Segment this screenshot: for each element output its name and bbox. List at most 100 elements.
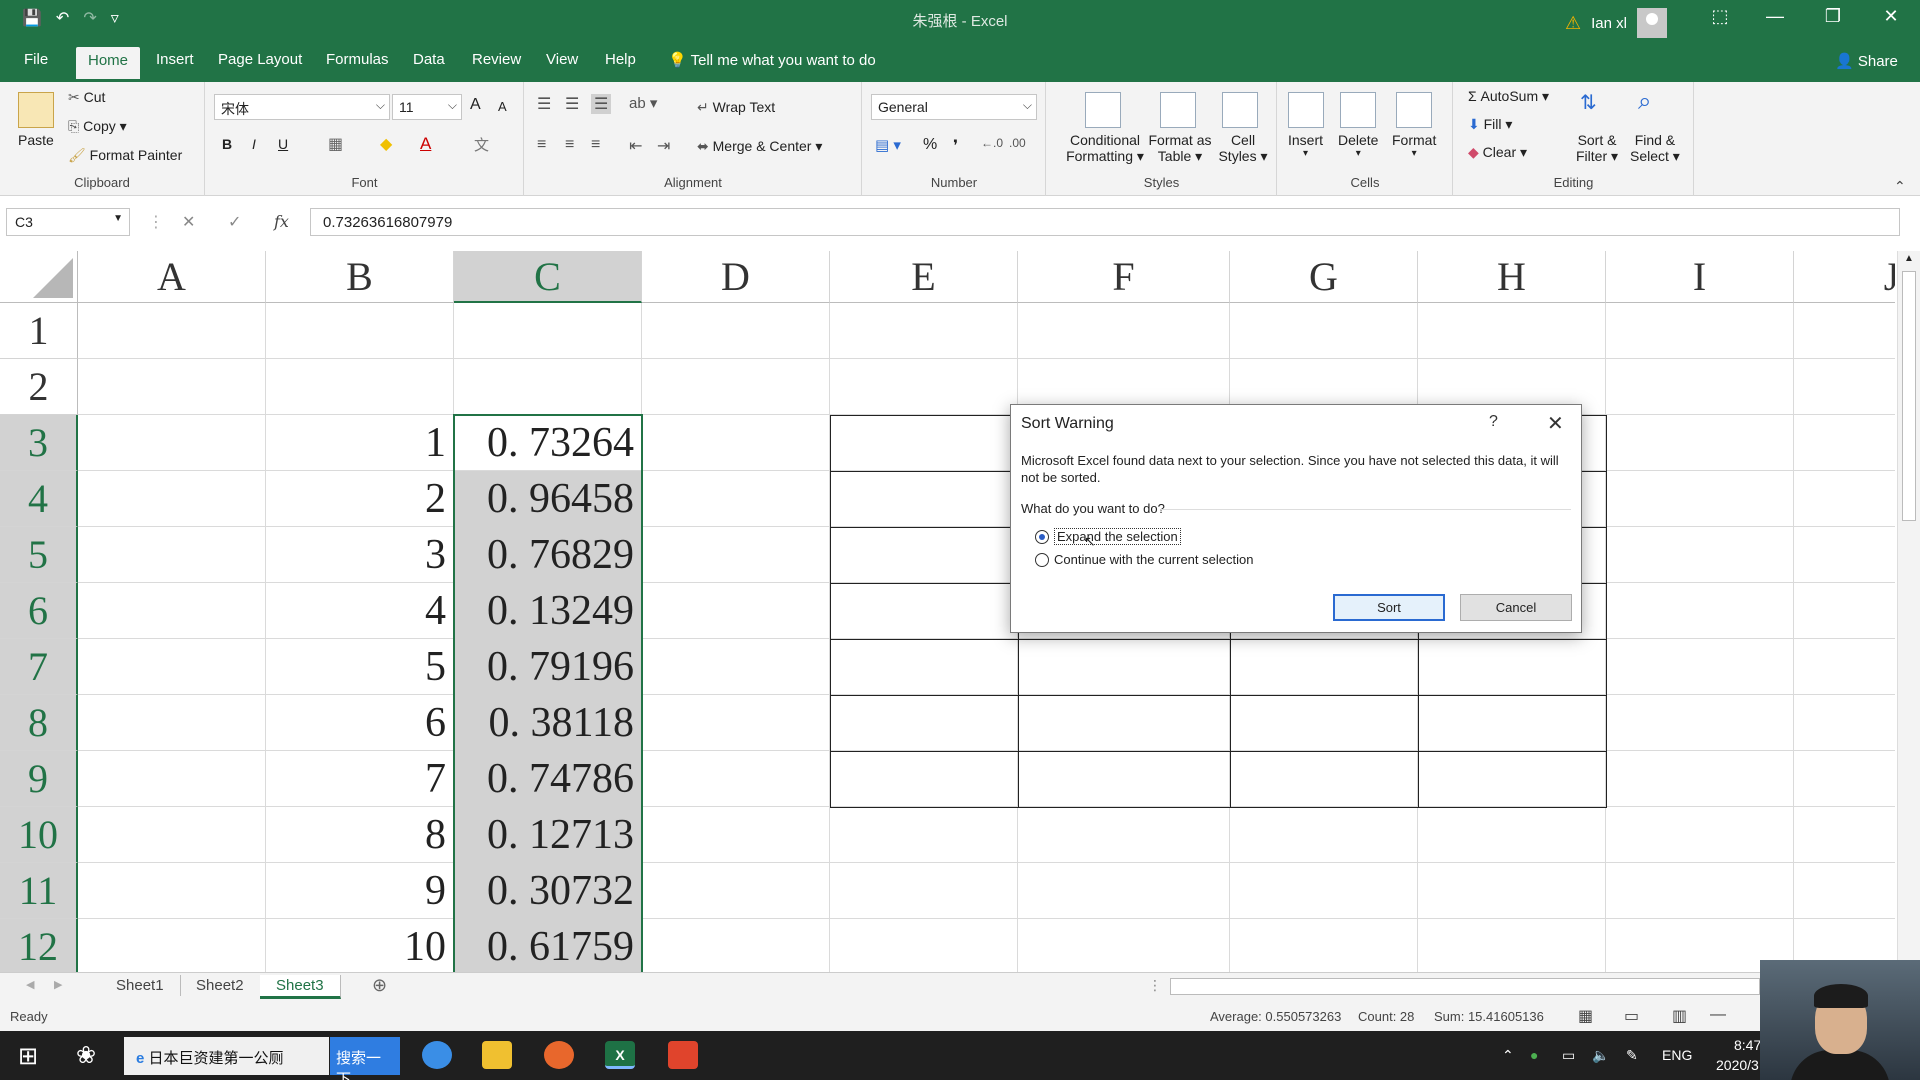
sort-filter-icon[interactable]: ⇅ (1580, 90, 1597, 115)
share-button[interactable]: 👤 Share (1835, 52, 1898, 70)
next-sheet-icon[interactable]: ▶ (54, 978, 62, 991)
cell-c9[interactable]: 0. 74786 (454, 755, 642, 803)
close-button[interactable]: ✕ (1869, 6, 1913, 27)
tab-formulas[interactable]: Formulas (326, 51, 389, 68)
paste-button[interactable]: Paste (18, 132, 54, 148)
name-box[interactable]: C3 ▼ (6, 208, 130, 236)
column-header-h[interactable]: H (1418, 251, 1606, 303)
top-align-icon[interactable]: ☰ (537, 94, 551, 114)
bordered-cell[interactable] (1230, 695, 1419, 752)
cell-b10[interactable]: 8 (266, 811, 454, 859)
task-view-icon[interactable]: ❀ (76, 1041, 96, 1070)
radio-expand[interactable] (1035, 529, 1049, 544)
bordered-cell[interactable] (1418, 639, 1607, 696)
delete-cells-button[interactable]: Delete ▾ (1338, 132, 1378, 159)
bordered-cell[interactable] (1418, 695, 1607, 752)
pen-icon[interactable]: ✎ (1626, 1047, 1638, 1064)
avatar[interactable] (1637, 8, 1667, 38)
tab-data[interactable]: Data (413, 51, 445, 68)
orientation-icon[interactable]: ab ▾ (629, 94, 657, 112)
find-select-button[interactable]: Find & Select ▾ (1630, 132, 1680, 165)
format-as-table-button[interactable]: Format as Table ▾ (1147, 132, 1213, 165)
decrease-decimal-icon[interactable]: .00 (1009, 136, 1026, 150)
insert-cells-button[interactable]: Insert ▾ (1288, 132, 1323, 159)
bordered-cell[interactable] (830, 527, 1019, 584)
cell-b5[interactable]: 3 (266, 531, 454, 579)
increase-decimal-icon[interactable]: ←.0 (981, 136, 1003, 150)
windows-start-icon[interactable]: ⊞ (18, 1042, 38, 1071)
option-continue-current[interactable]: Continue with the current selection (1035, 552, 1253, 567)
column-header-i[interactable]: I (1606, 251, 1794, 303)
taskbar-search-button[interactable]: 搜索一下 (330, 1037, 400, 1080)
cell-c10[interactable]: 0. 12713 (454, 811, 642, 859)
help-button[interactable]: ? (1489, 413, 1498, 431)
row-header-8[interactable]: 8 (0, 695, 78, 751)
sheet-tab-sheet1[interactable]: Sheet1 (100, 975, 181, 996)
bordered-cell[interactable] (1230, 639, 1419, 696)
shrink-font-button[interactable]: A (498, 99, 507, 114)
cell-b8[interactable]: 6 (266, 699, 454, 747)
column-header-c[interactable]: C (454, 251, 642, 303)
formula-input[interactable]: 0.73263616807979 (310, 208, 1900, 236)
cancel-button[interactable]: Cancel (1460, 594, 1572, 621)
row-header-6[interactable]: 6 (0, 583, 78, 639)
sort-filter-button[interactable]: Sort & Filter ▾ (1576, 132, 1618, 165)
row-header-4[interactable]: 4 (0, 471, 78, 527)
split-handle-icon[interactable]: ⋮ (1148, 977, 1162, 994)
column-header-f[interactable]: F (1018, 251, 1230, 303)
format-cells-button[interactable]: Format ▾ (1392, 132, 1436, 159)
bordered-cell[interactable] (1418, 751, 1607, 808)
radio-continue[interactable] (1035, 552, 1049, 567)
bordered-cell[interactable] (830, 695, 1019, 752)
enter-icon[interactable]: ✓ (228, 212, 241, 232)
options-icon[interactable]: ⋮ (148, 212, 164, 232)
option-expand-selection[interactable]: Expand the selection (1035, 528, 1181, 545)
align-right-icon[interactable]: ≡ (591, 136, 600, 154)
tab-file[interactable]: File (24, 51, 48, 68)
cancel-entry-icon[interactable]: ✕ (182, 212, 195, 232)
middle-align-icon[interactable]: ☰ (565, 94, 579, 114)
cell-c6[interactable]: 0. 13249 (454, 587, 642, 635)
tab-page-layout[interactable]: Page Layout (218, 51, 302, 68)
cell-b7[interactable]: 5 (266, 643, 454, 691)
cell-styles-button[interactable]: Cell Styles ▾ (1215, 132, 1271, 165)
row-header-9[interactable]: 9 (0, 751, 78, 807)
row-header-11[interactable]: 11 (0, 863, 78, 919)
bordered-cell[interactable] (1230, 751, 1419, 808)
phonetic-icon[interactable]: 文 (474, 134, 489, 155)
bordered-cell[interactable] (1018, 695, 1231, 752)
conditional-formatting-icon[interactable] (1085, 92, 1121, 128)
row-header-7[interactable]: 7 (0, 639, 78, 695)
merge-center-button[interactable]: ⬌ Merge & Center ▾ (697, 138, 822, 155)
italic-button[interactable]: I (252, 136, 256, 152)
row-header-5[interactable]: 5 (0, 527, 78, 583)
page-layout-view-icon[interactable]: ▭ (1624, 1006, 1639, 1026)
add-sheet-icon[interactable]: ⊕ (372, 975, 387, 996)
bordered-cell[interactable] (830, 639, 1019, 696)
align-left-icon[interactable]: ≡ (537, 136, 546, 154)
vertical-scrollbar[interactable]: ▲ (1897, 251, 1920, 972)
normal-view-icon[interactable]: ▦ (1578, 1006, 1593, 1026)
percent-style-button[interactable]: % (923, 136, 937, 154)
cell-styles-icon[interactable] (1222, 92, 1258, 128)
sheet-tab-sheet2[interactable]: Sheet2 (180, 975, 261, 996)
minimize-button[interactable]: — (1753, 6, 1797, 27)
sort-button[interactable]: Sort (1333, 594, 1445, 621)
horizontal-scrollbar[interactable] (1170, 978, 1760, 995)
align-center-icon[interactable]: ≡ (565, 136, 574, 154)
battery-icon[interactable]: ▭ (1562, 1047, 1575, 1064)
conditional-formatting-button[interactable]: Conditional Formatting ▾ (1059, 132, 1151, 165)
bordered-cell[interactable] (1018, 639, 1231, 696)
bordered-cell[interactable] (830, 583, 1019, 640)
row-header-10[interactable]: 10 (0, 807, 78, 863)
column-header-a[interactable]: A (78, 251, 266, 303)
accounting-format-icon[interactable]: ▤ ▾ (875, 136, 901, 154)
cell-c7[interactable]: 0. 79196 (454, 643, 642, 691)
cell-c11[interactable]: 0. 30732 (454, 867, 642, 915)
tell-me-search[interactable]: 💡 Tell me what you want to do (668, 51, 876, 69)
cell-b4[interactable]: 2 (266, 475, 454, 523)
cell-b6[interactable]: 4 (266, 587, 454, 635)
firefox-icon[interactable] (544, 1041, 574, 1069)
font-size-combo[interactable]: 11 ⌵ (392, 94, 462, 120)
sheet-tab-sheet3[interactable]: Sheet3 (260, 975, 341, 999)
